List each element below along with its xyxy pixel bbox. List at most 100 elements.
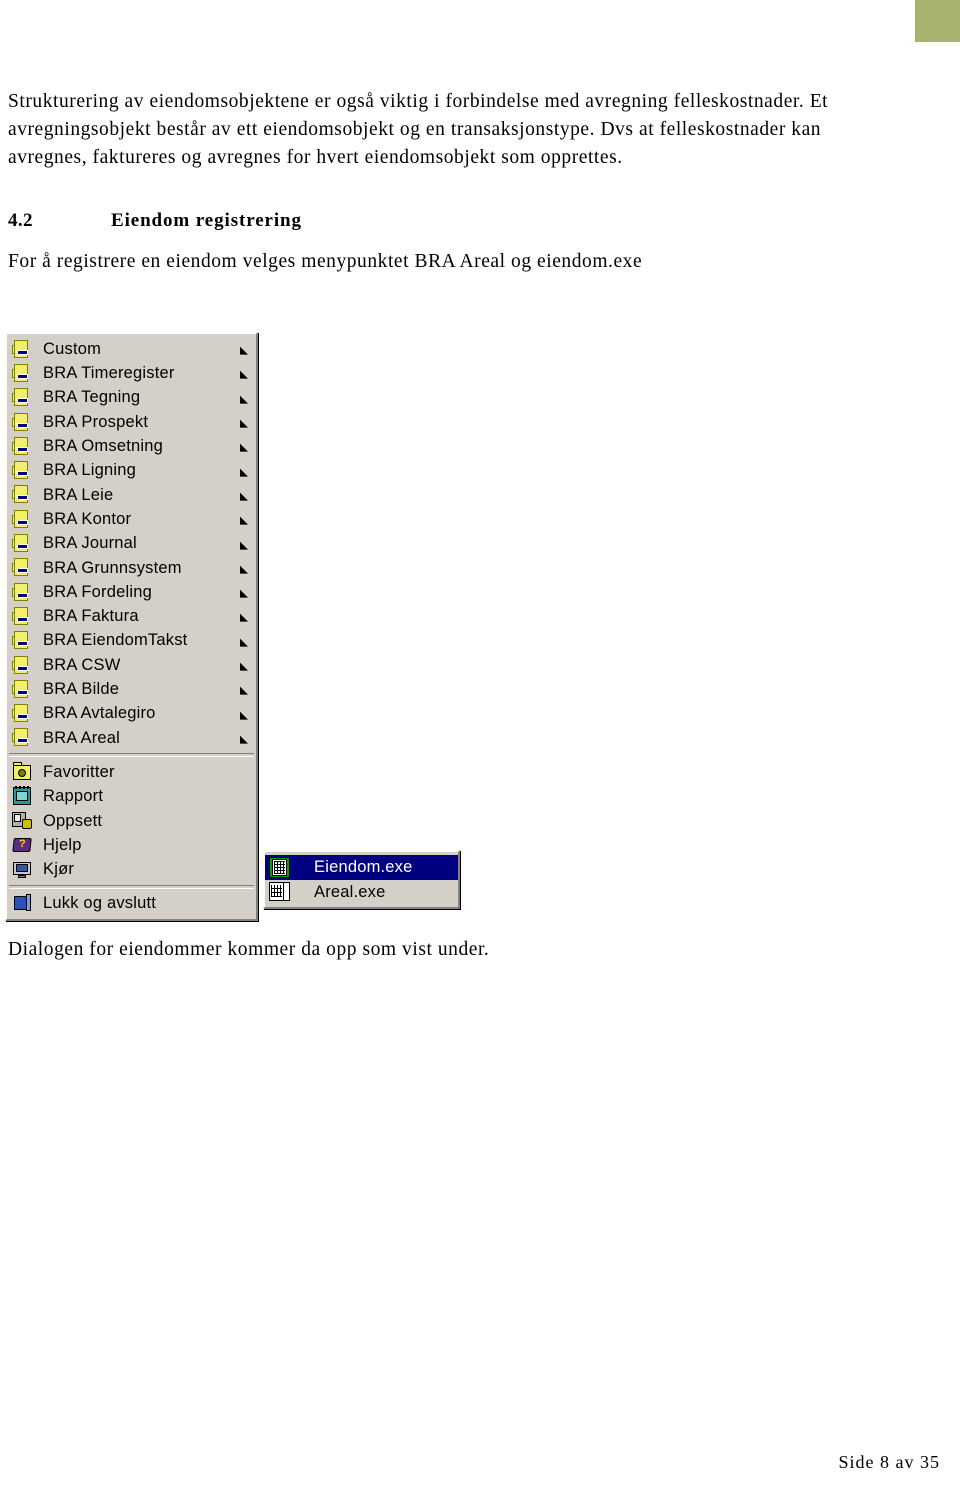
menu-item-bra-areal[interactable]: BRA Areal (7, 726, 256, 750)
paragraph-instruction: For å registrere en eiendom velges menyp… (8, 251, 643, 272)
submenu-item-label: Areal.exe (314, 882, 386, 901)
submenu-arrow-icon (240, 492, 248, 501)
menu-item-bra-timeregister[interactable]: BRA Timeregister (7, 361, 256, 385)
menu-item-bra-bilde[interactable]: BRA Bilde (7, 677, 256, 701)
menu-group-exit: Lukk og avslutt (7, 892, 256, 916)
bra-folder-icon (12, 387, 33, 408)
menu-item-hjelp[interactable]: ? Hjelp (7, 833, 256, 857)
menu-item-oppsett[interactable]: Oppsett (7, 809, 256, 833)
submenu-arrow-icon (240, 443, 248, 452)
submenu-item-eiendom-exe[interactable]: Eiendom.exe (265, 855, 458, 880)
section-heading: 4.2 Eiendom registrering (8, 210, 858, 232)
accent-square (915, 0, 960, 42)
menu-item-label: BRA Omsetning (43, 437, 163, 456)
menu-item-bra-avtalegiro[interactable]: BRA Avtalegiro (7, 701, 256, 725)
submenu-item-areal-exe[interactable]: Areal.exe (265, 880, 458, 905)
bra-folder-icon (12, 436, 33, 457)
menu-item-label: Kjør (43, 860, 75, 879)
report-notebook-icon (12, 785, 33, 807)
bra-folder-icon (12, 655, 33, 676)
submenu-arrow-icon (240, 468, 248, 477)
submenu-item-label: Eiendom.exe (314, 858, 413, 876)
bra-folder-icon (12, 509, 33, 530)
heading-number: 4.2 (8, 210, 33, 231)
submenu-arrow-icon (240, 541, 248, 550)
menu-item-label: BRA CSW (43, 655, 121, 674)
paragraph-dialog-note: Dialogen for eiendommer kommer da opp so… (8, 939, 490, 960)
menu-item-label: Oppsett (43, 811, 103, 830)
menu-separator (9, 884, 254, 889)
bra-folder-icon (12, 460, 33, 481)
menu-item-label: BRA Journal (43, 534, 137, 553)
submenu-arrow-icon (240, 711, 248, 720)
bra-folder-icon (12, 703, 33, 724)
application-menu[interactable]: Custom BRA Timeregister BRA Tegning BRA … (5, 332, 258, 921)
settings-computer-icon (12, 810, 33, 831)
bra-folder-icon (12, 630, 33, 651)
menu-item-label: BRA Timeregister (43, 364, 175, 383)
favorites-folder-icon (12, 761, 33, 783)
menu-item-label: BRA Grunnsystem (43, 558, 182, 577)
menu-item-bra-kontor[interactable]: BRA Kontor (7, 507, 256, 531)
menu-item-label: BRA Kontor (43, 509, 132, 528)
menu-item-label: Custom (43, 339, 102, 358)
menu-item-kjor[interactable]: Kjør (7, 857, 256, 881)
menu-item-label: BRA EiendomTakst (43, 631, 188, 650)
menu-item-lukk-og-avslutt[interactable]: Lukk og avslutt (7, 892, 256, 916)
menu-item-label: BRA Avtalegiro (43, 704, 156, 723)
close-cube-icon (12, 893, 33, 914)
document-body: Strukturering av eiendomsobjektene er og… (8, 88, 858, 276)
menu-item-bra-journal[interactable]: BRA Journal (7, 531, 256, 555)
submenu-arrow-icon (240, 371, 248, 380)
menu-item-label: BRA Areal (43, 728, 121, 747)
bra-folder-icon (12, 339, 33, 360)
submenu-arrow-icon (240, 565, 248, 574)
menu-item-bra-eiendomtakst[interactable]: BRA EiendomTakst (7, 629, 256, 653)
menu-item-label: BRA Faktura (43, 607, 139, 626)
menu-item-bra-omsetning[interactable]: BRA Omsetning (7, 434, 256, 458)
menu-item-bra-prospekt[interactable]: BRA Prospekt (7, 410, 256, 434)
heading-title: Eiendom registrering (111, 210, 302, 231)
bra-areal-submenu[interactable]: Eiendom.exe Areal.exe (263, 850, 460, 909)
menu-item-label: BRA Leie (43, 485, 114, 504)
menu-item-custom[interactable]: Custom (7, 337, 256, 361)
submenu-arrow-icon (240, 395, 248, 404)
submenu-arrow-icon (240, 516, 248, 525)
menu-item-bra-ligning[interactable]: BRA Ligning (7, 458, 256, 482)
bra-folder-icon (12, 727, 33, 748)
bra-folder-icon (12, 606, 33, 627)
menu-item-bra-leie[interactable]: BRA Leie (7, 483, 256, 507)
submenu-arrow-icon (240, 662, 248, 671)
grid-sheet-icon (269, 881, 290, 902)
submenu-arrow-icon (240, 614, 248, 623)
menu-item-bra-grunnsystem[interactable]: BRA Grunnsystem (7, 556, 256, 580)
menu-item-label: BRA Fordeling (43, 582, 152, 601)
menu-item-label: BRA Tegning (43, 388, 141, 407)
menu-item-label: BRA Bilde (43, 680, 120, 699)
menu-item-label: BRA Prospekt (43, 412, 149, 431)
submenu-arrow-icon (240, 419, 248, 428)
bra-folder-icon (12, 363, 33, 384)
building-icon (269, 856, 290, 878)
page-footer: Side 8 av 35 (838, 1452, 940, 1472)
menu-item-bra-fordeling[interactable]: BRA Fordeling (7, 580, 256, 604)
paragraph-intro: Strukturering av eiendomsobjektene er og… (8, 91, 829, 168)
submenu-arrow-icon (240, 346, 248, 355)
menu-item-label: Lukk og avslutt (43, 894, 157, 913)
run-monitor-icon (12, 859, 33, 880)
menu-item-bra-tegning[interactable]: BRA Tegning (7, 386, 256, 410)
menu-item-label: Rapport (43, 787, 104, 806)
menu-item-rapport[interactable]: Rapport (7, 784, 256, 808)
bra-folder-icon (12, 557, 33, 578)
menu-item-bra-csw[interactable]: BRA CSW (7, 653, 256, 677)
menu-item-label: BRA Ligning (43, 461, 137, 480)
menu-screenshot: Custom BRA Timeregister BRA Tegning BRA … (5, 332, 460, 921)
submenu-arrow-icon (240, 735, 248, 744)
menu-item-favoritter[interactable]: Favoritter (7, 760, 256, 784)
submenu-arrow-icon (240, 638, 248, 647)
help-book-icon: ? (12, 835, 33, 856)
menu-item-label: Favoritter (43, 762, 115, 781)
bra-folder-icon (12, 484, 33, 505)
menu-item-bra-faktura[interactable]: BRA Faktura (7, 604, 256, 628)
menu-separator (9, 753, 254, 758)
